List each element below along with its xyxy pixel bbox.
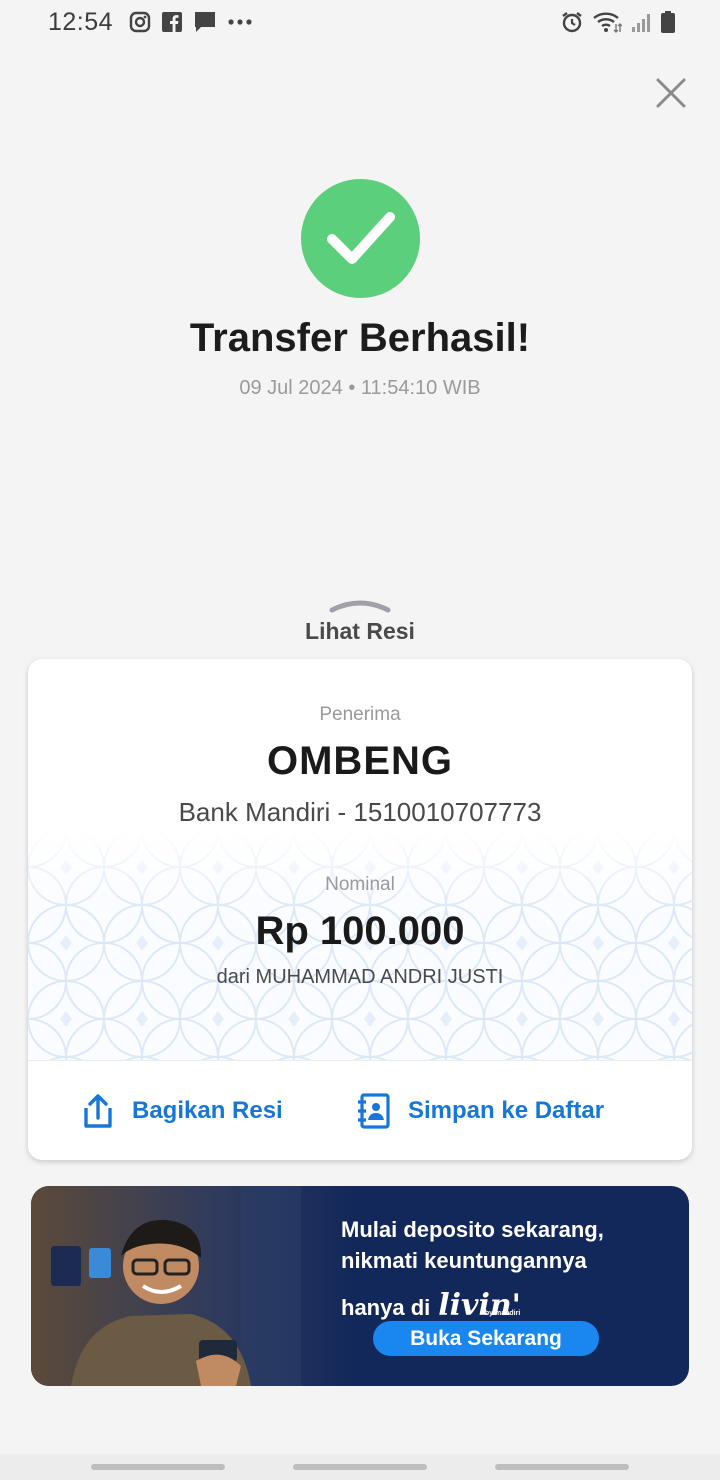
view-receipt-toggle[interactable]: Lihat Resi [280, 596, 440, 648]
alarm-icon [560, 10, 584, 34]
wifi-icon [592, 10, 622, 34]
banner-line-2: nikmati keuntungannya [341, 1248, 587, 1273]
recipient-name: OMBENG [267, 739, 453, 783]
save-to-list-label: Simpan ke Daftar [408, 1097, 605, 1124]
amount-value: Rp 100.000 [255, 909, 465, 953]
share-icon [84, 1094, 112, 1128]
share-receipt-button[interactable]: Bagikan Resi [80, 1089, 283, 1133]
battery-icon [660, 10, 676, 34]
banner-photo [31, 1186, 351, 1386]
nav-home-handle[interactable] [293, 1464, 427, 1470]
more-dots-icon [227, 18, 253, 26]
promo-banner[interactable]: Mulai deposito sekarang, nikmati keuntun… [31, 1186, 689, 1386]
recipient-label: Penerima [319, 704, 401, 725]
save-to-list-button[interactable]: Simpan ke Daftar [356, 1089, 604, 1133]
recipient-account: Bank Mandiri - 1510010707773 [178, 797, 542, 827]
banner-line-3-text: hanya di [341, 1295, 431, 1320]
close-icon [656, 78, 686, 108]
chevron-up-icon [329, 600, 391, 613]
nav-back-handle[interactable] [91, 1464, 225, 1470]
instagram-icon [129, 11, 151, 33]
card-divider [28, 1060, 692, 1061]
success-check-icon [301, 179, 420, 298]
notification-icons [129, 10, 253, 34]
page-title: Transfer Berhasil! [189, 316, 531, 360]
status-bar: 12:54 [0, 0, 720, 44]
open-deposit-button[interactable]: Buka Sekarang [373, 1321, 599, 1356]
sender-name: dari MUHAMMAD ANDRI JUSTI [216, 966, 504, 988]
status-left: 12:54 [48, 8, 253, 37]
close-button[interactable] [652, 74, 690, 112]
system-nav-bar [0, 1454, 720, 1480]
banner-line-1: Mulai deposito sekarang, [341, 1217, 604, 1242]
signal-icon [630, 11, 652, 33]
transaction-datetime: 09 Jul 2024 • 11:54:10 WIB [239, 377, 481, 399]
receipt-card: Penerima OMBENG Bank Mandiri - 151001070… [28, 659, 692, 1160]
status-right [560, 10, 676, 34]
facebook-icon [161, 11, 183, 33]
amount-label: Nominal [325, 874, 395, 895]
view-receipt-label: Lihat Resi [305, 618, 415, 644]
share-receipt-label: Bagikan Resi [132, 1097, 283, 1124]
contact-book-icon [358, 1093, 390, 1129]
status-time: 12:54 [48, 7, 114, 36]
nav-recents-handle[interactable] [495, 1464, 629, 1470]
message-icon [193, 10, 217, 34]
